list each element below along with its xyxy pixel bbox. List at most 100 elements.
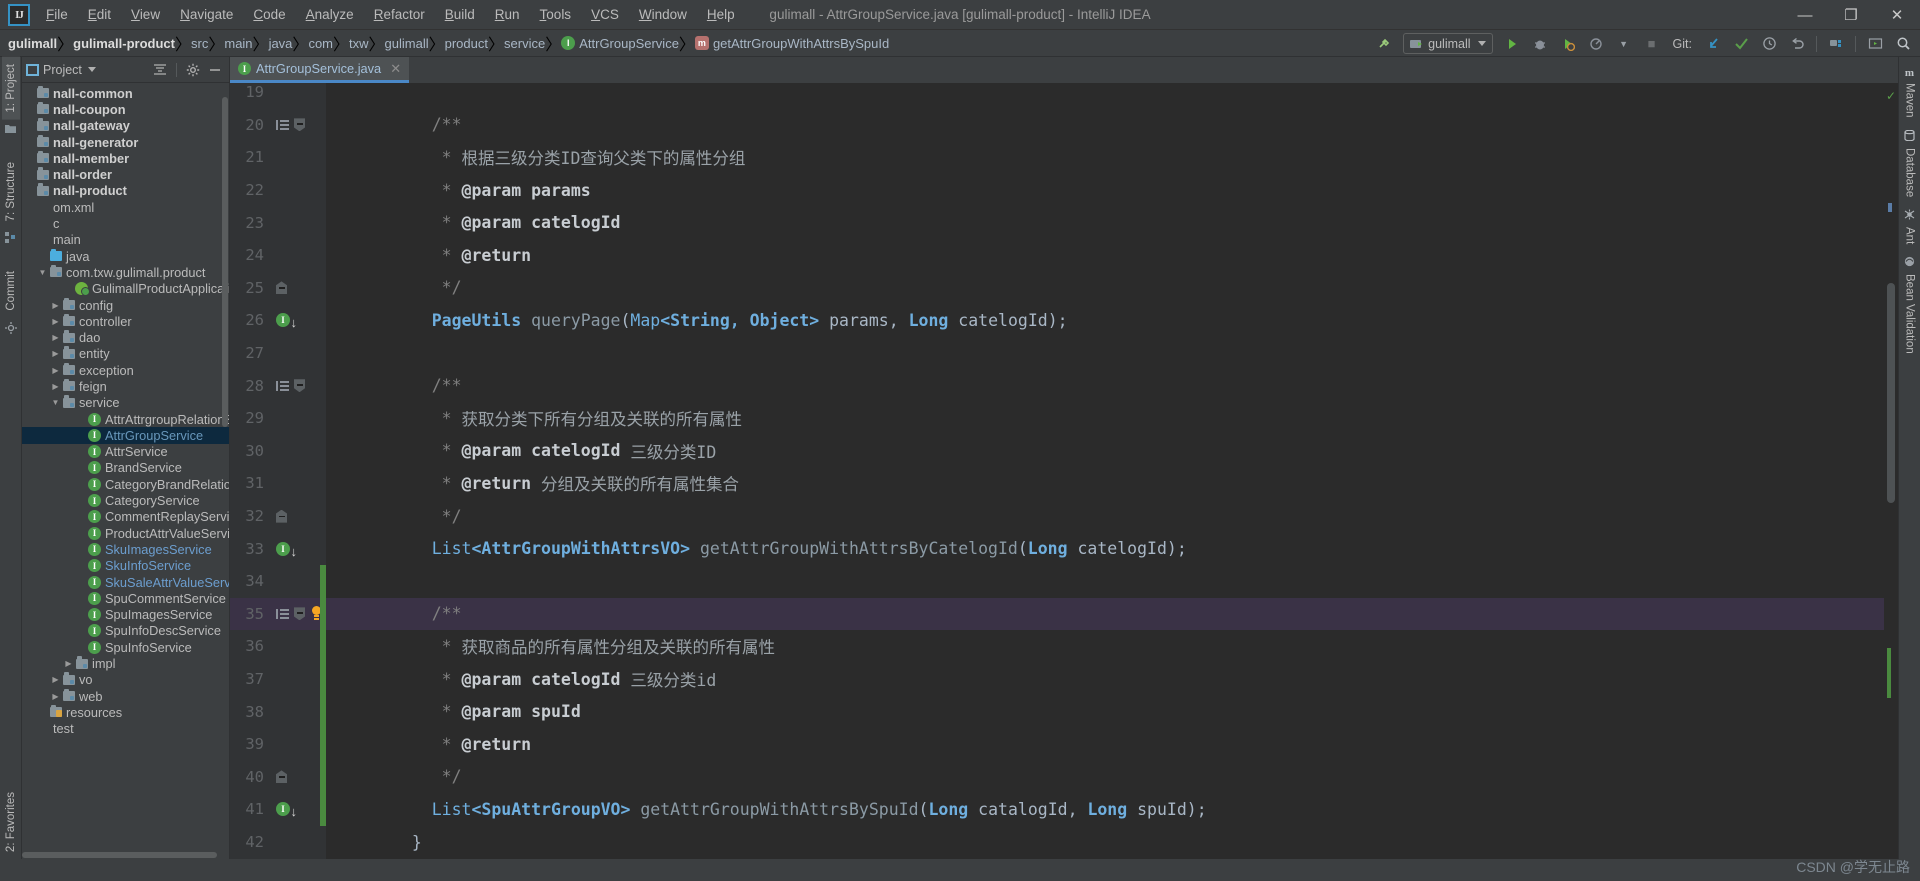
commit-icon[interactable] xyxy=(1728,32,1754,55)
sidebar-tab-bean-validation[interactable]: Bean Validation xyxy=(1901,250,1919,360)
tree-item[interactable]: I SpuCommentService xyxy=(22,590,229,606)
build-icon[interactable] xyxy=(1371,32,1397,55)
implemented-method-icon[interactable]: I xyxy=(276,541,297,560)
tree-item[interactable]: ▶ dao xyxy=(22,329,229,345)
breadcrumb-item-main[interactable]: main xyxy=(224,36,252,51)
tree-horizontal-scrollbar[interactable] xyxy=(22,852,217,858)
search-everywhere-icon[interactable] xyxy=(1890,32,1916,55)
chevron-down-icon[interactable]: ▼ xyxy=(50,398,61,407)
editor-gutter[interactable]: 19 20 21 22 23 24 25 26 I 27 28 29 30 31 32 33 I 34 35 36 37… xyxy=(230,83,326,859)
maximize-button[interactable]: ❐ xyxy=(1828,0,1874,30)
breadcrumb-item-gulimall-product[interactable]: gulimall-product xyxy=(73,36,175,51)
code-line[interactable]: */ xyxy=(326,761,1884,794)
tree-item[interactable]: ▶ impl xyxy=(22,655,229,671)
chevron-right-icon[interactable]: ▶ xyxy=(50,692,61,701)
chevron-right-icon[interactable]: ▶ xyxy=(50,675,61,684)
tree-item[interactable]: ▶ entity xyxy=(22,346,229,362)
menu-build[interactable]: Build xyxy=(435,3,485,26)
run-configuration-selector[interactable]: gulimall xyxy=(1403,33,1493,54)
update-project-icon[interactable] xyxy=(1700,32,1726,55)
breadcrumb-item-attrgroupservice[interactable]: I AttrGroupService xyxy=(561,36,679,51)
code-line[interactable] xyxy=(326,337,1884,370)
tree-item[interactable]: I SpuInfoService xyxy=(22,639,229,655)
breadcrumb-item-com[interactable]: com xyxy=(308,36,333,51)
tree-item[interactable]: om.xml xyxy=(22,199,229,215)
code-line[interactable]: */ xyxy=(326,272,1884,305)
history-icon[interactable] xyxy=(1756,32,1782,55)
implemented-method-icon[interactable]: I xyxy=(276,802,297,820)
code-line[interactable]: * 获取分类下所有分组及关联的所有属性 xyxy=(326,402,1884,435)
tree-item[interactable]: ICommentReplayService xyxy=(22,509,229,525)
menu-edit[interactable]: Edit xyxy=(78,3,121,26)
inspection-marker-bar[interactable]: ✓ xyxy=(1884,83,1898,859)
chevron-right-icon[interactable]: ▶ xyxy=(50,301,61,310)
menu-tools[interactable]: Tools xyxy=(530,3,582,26)
tree-item[interactable]: ICategoryBrandRelationService xyxy=(22,476,229,492)
code-line[interactable]: * 根据三级分类ID查询父类下的属性分组 xyxy=(326,141,1884,174)
code-line[interactable]: /** xyxy=(326,597,1884,631)
menu-run[interactable]: Run xyxy=(485,3,530,26)
menu-window[interactable]: Window xyxy=(629,3,697,26)
close-button[interactable]: ✕ xyxy=(1874,0,1920,30)
code-line[interactable]: * @param catelogId xyxy=(326,206,1884,239)
chevron-down-icon[interactable]: ▼ xyxy=(37,268,48,277)
tree-item[interactable]: GulimallProductApplication xyxy=(22,281,229,297)
breadcrumb-item-java[interactable]: java xyxy=(269,36,293,51)
tree-item[interactable]: ▶ controller xyxy=(22,313,229,329)
code-line[interactable]: * @param spuId xyxy=(326,695,1884,728)
tree-item[interactable]: I BrandService xyxy=(22,460,229,476)
project-structure-icon[interactable] xyxy=(1823,32,1849,55)
minimize-button[interactable]: — xyxy=(1782,0,1828,30)
menu-code[interactable]: Code xyxy=(243,3,295,26)
fold-collapse-icon[interactable] xyxy=(294,607,305,621)
menu-navigate[interactable]: Navigate xyxy=(170,3,243,26)
chevron-down-icon[interactable] xyxy=(87,67,96,72)
menu-file[interactable]: File xyxy=(36,3,78,26)
rollback-icon[interactable] xyxy=(1784,32,1810,55)
fold-end-icon[interactable] xyxy=(276,281,287,295)
sidebar-tab-database[interactable]: Database xyxy=(1901,124,1919,203)
code-line[interactable]: /** xyxy=(326,109,1884,142)
sidebar-tab-maven[interactable]: m Maven xyxy=(1901,61,1919,124)
code-line[interactable]: * @return 分组及关联的所有属性集合 xyxy=(326,467,1884,500)
code-line[interactable]: * @param catelogId 三级分类id xyxy=(326,663,1884,696)
chevron-right-icon[interactable]: ▶ xyxy=(50,317,61,326)
fold-end-icon[interactable] xyxy=(276,770,287,784)
tree-item[interactable]: nall-common xyxy=(22,85,229,101)
chevron-down-icon[interactable]: ▼ xyxy=(1611,32,1637,55)
chevron-right-icon[interactable]: ▶ xyxy=(50,349,61,358)
menu-view[interactable]: View xyxy=(121,3,170,26)
sidebar-tab-project[interactable]: 1: Project xyxy=(1,57,20,120)
tree-item[interactable]: ▶ feign xyxy=(22,378,229,394)
breadcrumb-item-product[interactable]: product xyxy=(445,36,488,51)
run-icon[interactable] xyxy=(1499,32,1525,55)
gear-icon[interactable] xyxy=(183,60,203,80)
fold-end-icon[interactable] xyxy=(276,509,287,523)
tree-item[interactable]: ▶ vo xyxy=(22,672,229,688)
tree-item[interactable]: nall-order xyxy=(22,166,229,182)
project-tree[interactable]: nall-common nall-coupon nall-gateway nall-g… xyxy=(22,83,229,859)
close-icon[interactable]: ✕ xyxy=(390,61,401,77)
breadcrumb-item-txw[interactable]: txw xyxy=(349,36,369,51)
menu-refactor[interactable]: Refactor xyxy=(364,3,435,26)
breadcrumb-item-gulimall[interactable]: gulimall xyxy=(8,36,57,51)
tree-item[interactable]: ▶ exception xyxy=(22,362,229,378)
code-line[interactable]: */ xyxy=(326,500,1884,533)
fold-collapse-icon[interactable] xyxy=(294,118,305,132)
tree-item[interactable]: java xyxy=(22,248,229,264)
menu-vcs[interactable]: VCS xyxy=(581,3,629,26)
editor-scrollbar-thumb[interactable] xyxy=(1887,283,1895,503)
fold-collapse-icon[interactable] xyxy=(294,379,305,393)
implemented-method-icon[interactable]: I xyxy=(276,313,297,331)
debug-icon[interactable] xyxy=(1527,32,1553,55)
code-line[interactable]: * @param catelogId 三级分类ID xyxy=(326,435,1884,468)
breadcrumb-item-getattrgroupwithattrsbyspuid[interactable]: m getAttrGroupWithAttrsBySpuId xyxy=(694,36,889,51)
code-line[interactable]: * @param params xyxy=(326,174,1884,207)
tree-item-selected[interactable]: I AttrGroupService xyxy=(22,427,229,444)
sidebar-tab-commit[interactable]: Commit xyxy=(2,264,20,318)
collapse-all-icon[interactable] xyxy=(150,60,170,80)
doc-comment-icon[interactable] xyxy=(276,380,289,392)
terminal-icon[interactable] xyxy=(1862,32,1888,55)
tree-item[interactable]: I AttrService xyxy=(22,444,229,460)
doc-comment-icon[interactable] xyxy=(276,608,289,620)
